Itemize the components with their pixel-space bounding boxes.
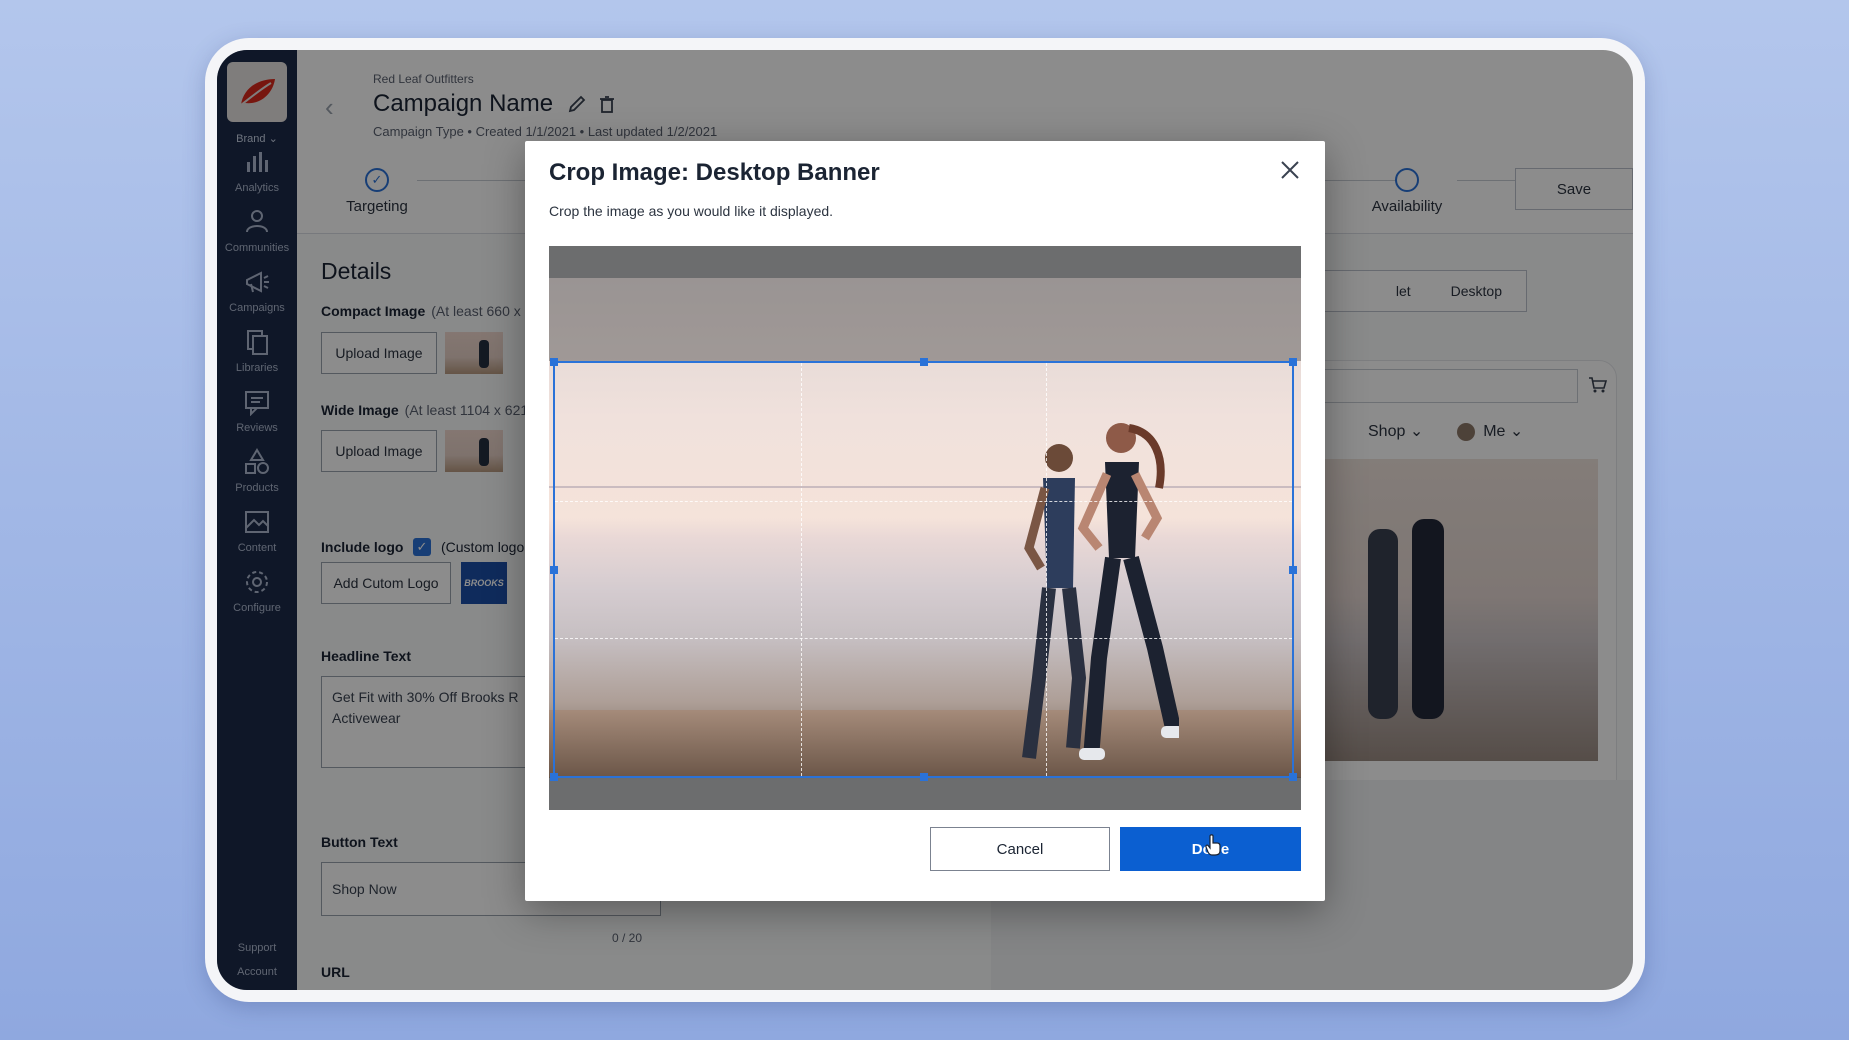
crop-gridline (1046, 363, 1048, 776)
crop-handle-top-right[interactable] (1289, 358, 1297, 366)
cancel-button[interactable]: Cancel (930, 827, 1110, 871)
crop-mask-top (549, 246, 1301, 361)
crop-handle-left[interactable] (550, 565, 558, 574)
crop-gridline (555, 638, 1292, 640)
crop-handle-top-left[interactable] (550, 358, 558, 366)
dialog-title: Crop Image: Desktop Banner (549, 159, 880, 186)
crop-canvas[interactable] (549, 246, 1301, 810)
crop-handle-right[interactable] (1289, 565, 1297, 574)
crop-gridline (800, 363, 802, 776)
crop-mask-bottom (549, 777, 1301, 810)
dialog-subtitle: Crop the image as you would like it disp… (549, 203, 834, 219)
crop-image-dialog: Crop Image: Desktop Banner Crop the imag… (525, 141, 1325, 901)
crop-selection[interactable] (550, 358, 1297, 781)
crop-handle-bottom[interactable] (919, 773, 928, 781)
close-icon[interactable] (1275, 155, 1305, 185)
crop-handle-top[interactable] (919, 358, 928, 366)
hand-cursor-icon (1205, 834, 1221, 856)
crop-handle-bottom-right[interactable] (1289, 773, 1297, 781)
crop-gridline (555, 500, 1292, 502)
app-screen: Brand ⌄ Analytics Communities Campaigns … (217, 50, 1633, 990)
crop-handle-bottom-left[interactable] (550, 773, 558, 781)
